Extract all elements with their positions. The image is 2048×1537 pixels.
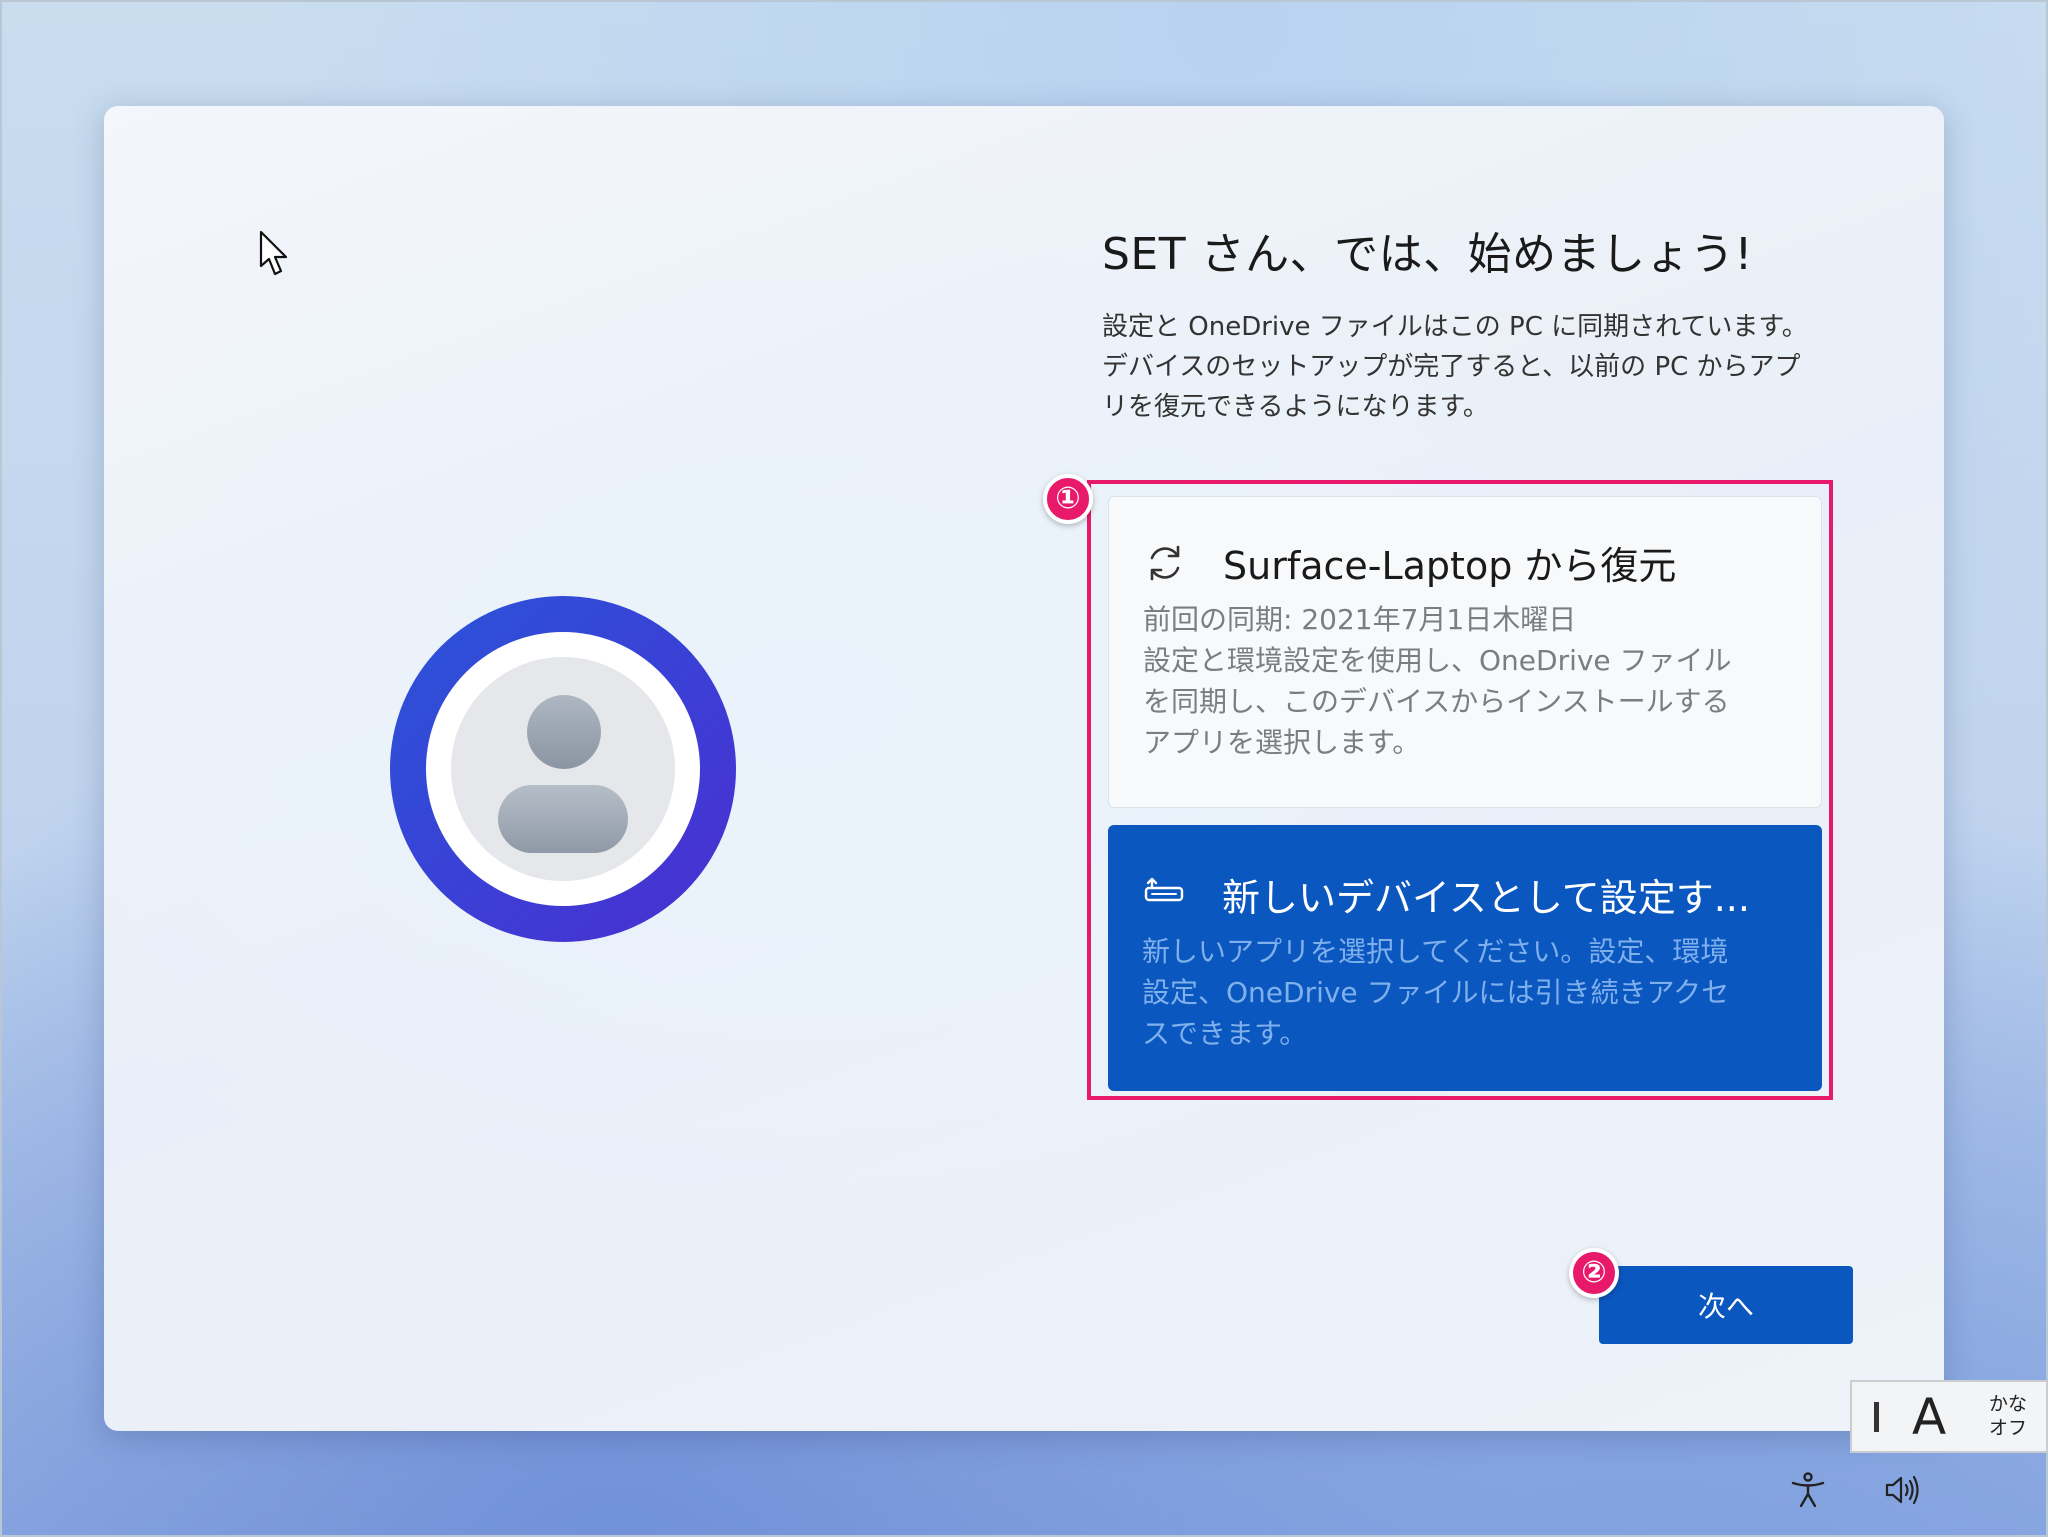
restore-option-line: を同期し、このデバイスからインストールする: [1143, 685, 1730, 718]
ime-mode-indicator[interactable]: A かな オフ: [1850, 1380, 2048, 1453]
description-line: リを復元できるようになります。: [1102, 392, 1489, 422]
volume-icon[interactable]: [1882, 1470, 1922, 1510]
new-device-option-line: 新しいアプリを選択してください。設定、環境: [1142, 935, 1729, 968]
page-title: SET さん、では、始めましょう!: [1102, 229, 1753, 280]
ime-off-label: オフ: [1988, 1417, 2027, 1439]
avatar-person-icon: [451, 657, 675, 881]
description-line: デバイスのセットアップが完了すると、以前の PC からアプ: [1102, 352, 1801, 382]
sync-icon: [1150, 545, 1180, 581]
annotation-badge-1: ①: [1043, 474, 1093, 524]
mouse-cursor-icon: [259, 230, 288, 276]
page-description: 設定と OneDrive ファイルはこの PC に同期されています。 デバイスの…: [1102, 307, 1862, 427]
restore-option-description: 前回の同期: 2021年7月1日木曜日 設定と環境設定を使用し、OneDrive…: [1143, 599, 1793, 763]
set-up-as-new-device-option[interactable]: 新しいデバイスとして設定す... 新しいアプリを選択してください。設定、環境 設…: [1108, 825, 1822, 1091]
description-line: 設定と OneDrive ファイルはこの PC に同期されています。: [1102, 312, 1808, 342]
ime-kana-label: かな: [1988, 1393, 2027, 1415]
user-avatar: [390, 596, 736, 942]
restore-from-pc-option[interactable]: Surface-Laptop から復元 前回の同期: 2021年7月1日木曜日 …: [1108, 496, 1822, 808]
restore-option-title: Surface-Laptop から復元: [1223, 544, 1677, 588]
annotation-badge-2: ②: [1569, 1248, 1619, 1298]
accessibility-icon[interactable]: [1788, 1470, 1828, 1510]
ime-kana-status[interactable]: かな オフ: [1988, 1392, 2028, 1440]
restore-option-line: アプリを選択します。: [1143, 726, 1421, 759]
new-device-option-line: スできます。: [1142, 1017, 1308, 1050]
next-button[interactable]: 次へ: [1599, 1266, 1853, 1344]
ime-mode-letter[interactable]: A: [1912, 1388, 1946, 1446]
laptop-setup-icon: [1144, 877, 1184, 902]
new-device-option-description: 新しいアプリを選択してください。設定、環境 設定、OneDrive ファイルには…: [1142, 931, 1792, 1054]
new-device-option-title: 新しいデバイスとして設定す...: [1222, 876, 1750, 920]
restore-option-line: 設定と環境設定を使用し、OneDrive ファイル: [1143, 644, 1732, 677]
new-device-option-line: 設定、OneDrive ファイルには引き続きアクセ: [1142, 976, 1730, 1009]
ime-handle-icon[interactable]: [1874, 1402, 1879, 1432]
restore-option-line: 前回の同期: 2021年7月1日木曜日: [1143, 603, 1577, 636]
